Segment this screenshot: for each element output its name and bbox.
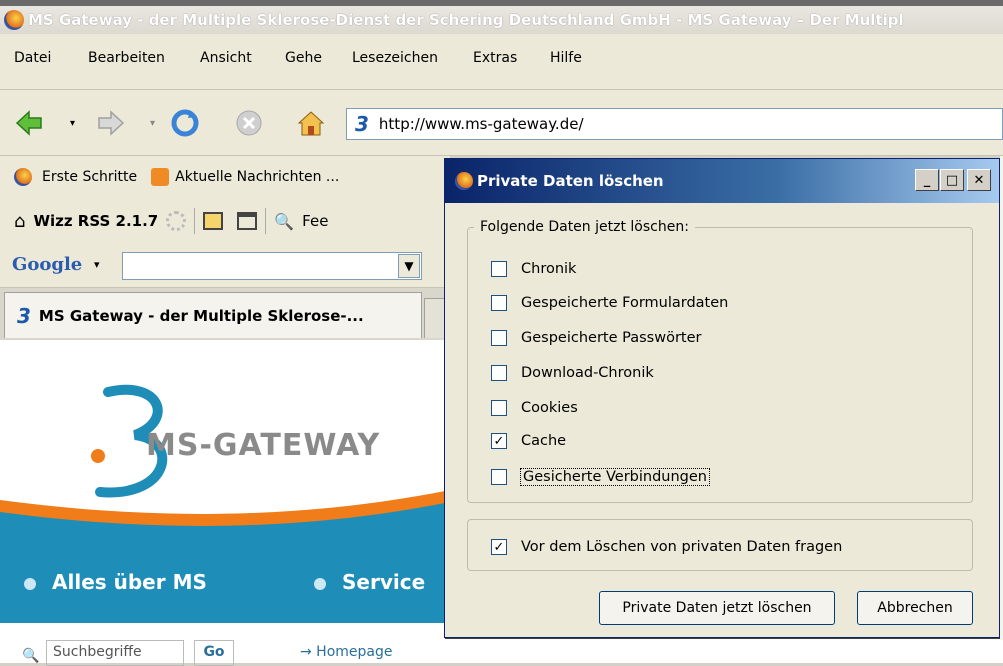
search-feed-icon[interactable]: 🔍	[274, 212, 294, 231]
checkbox-box[interactable]	[491, 261, 507, 277]
site-favicon-icon: 3	[355, 112, 369, 136]
bullet-icon	[24, 578, 36, 590]
back-arrow-icon[interactable]	[14, 108, 44, 138]
checkbox-box[interactable]	[491, 469, 507, 485]
bookmarks-toolbar: Erste Schritte Aktuelle Nachrichten ...	[0, 156, 450, 198]
checkbox-passwoerter[interactable]: Gespeicherte Passwörter	[491, 330, 701, 346]
firefox-icon	[455, 172, 473, 190]
tab-label: MS Gateway - der Multiple Sklerose-...	[38, 306, 364, 325]
stop-icon[interactable]	[234, 108, 264, 138]
checkbox-box[interactable]: ✓	[491, 433, 507, 449]
window-title: MS Gateway - der Multiple Sklerose-Diens…	[28, 11, 904, 29]
wizz-rss-label[interactable]: Wizz RSS 2.1.7	[33, 212, 158, 230]
dialog-title-bar: Private Daten löschen _ □ ✕	[445, 159, 999, 203]
google-search-dropdown-icon[interactable]: ▼	[398, 254, 420, 278]
checkbox-box[interactable]	[491, 295, 507, 311]
bullet-icon	[314, 578, 326, 590]
menu-ansicht[interactable]: Ansicht	[200, 50, 252, 66]
checkbox-cache[interactable]: ✓ Cache	[491, 433, 566, 449]
toolbar-separator	[194, 208, 196, 234]
clear-private-data-dialog: Private Daten löschen _ □ ✕ Folgende Dat…	[444, 158, 1000, 638]
close-icon[interactable]: ✕	[967, 169, 991, 191]
search-icon: 🔍	[22, 648, 40, 664]
checkbox-formulardaten[interactable]: Gespeicherte Formulardaten	[491, 295, 728, 311]
forward-dropdown-icon[interactable]: ▾	[150, 118, 155, 129]
toolbar-separator	[265, 208, 267, 234]
checkbox-box[interactable]	[491, 330, 507, 346]
checkbox-box[interactable]	[491, 365, 507, 381]
wizz-home-icon[interactable]: ⌂	[14, 211, 25, 232]
window-icon[interactable]	[237, 212, 258, 230]
site-nav-service[interactable]: Service	[342, 570, 425, 594]
cancel-button[interactable]: Abbrechen	[857, 591, 973, 625]
checkbox-gesicherte-verbindungen[interactable]: Gesicherte Verbindungen	[491, 468, 710, 486]
delete-data-group-label: Folgende Daten jetzt löschen:	[480, 219, 689, 235]
tab-favicon-icon: 3	[17, 303, 31, 328]
checkbox-chronik[interactable]: Chronik	[491, 261, 576, 277]
menu-datei[interactable]: Datei	[14, 50, 51, 66]
back-dropdown-icon[interactable]: ▾	[70, 118, 75, 129]
tab-ms-gateway[interactable]: 3 MS Gateway - der Multiple Sklerose-...	[4, 292, 422, 338]
bookmark-aktuelle-nachrichten[interactable]: Aktuelle Nachrichten ...	[175, 169, 339, 185]
loading-spinner-icon	[166, 211, 187, 231]
firefox-bookmark-icon	[14, 168, 32, 186]
rss-feed-icon	[151, 168, 170, 186]
checkbox-vor-dem-loeschen-fragen[interactable]: ✓ Vor dem Löschen von privaten Daten fra…	[491, 539, 842, 555]
menu-extras[interactable]: Extras	[473, 50, 517, 66]
site-go-button[interactable]: Go	[194, 640, 234, 666]
google-logo[interactable]: Google	[12, 254, 82, 275]
site-nav-alles-ueber-ms[interactable]: Alles über MS	[52, 570, 207, 594]
home-icon[interactable]	[296, 108, 326, 138]
breadcrumb-homepage[interactable]: → Homepage	[300, 644, 393, 660]
checkbox-cookies[interactable]: Cookies	[491, 400, 578, 416]
wizz-rss-toolbar: ⌂ Wizz RSS 2.1.7 🔍 Fee	[0, 198, 450, 244]
dialog-title: Private Daten löschen	[477, 172, 664, 190]
address-bar[interactable]: 3 http://www.ms-gateway.de/	[346, 108, 1003, 140]
minimize-icon[interactable]: _	[915, 169, 939, 191]
checkbox-box[interactable]: ✓	[491, 539, 507, 555]
google-toolbar: Google ▾ ▼	[0, 244, 450, 288]
panel-icon[interactable]	[203, 212, 224, 230]
menu-gehe[interactable]: Gehe	[285, 50, 322, 66]
browser-title-bar: MS Gateway - der Multiple Sklerose-Diens…	[0, 0, 1003, 34]
google-menu-chevron-icon[interactable]: ▾	[94, 258, 100, 271]
menu-bar: Datei Bearbeiten Ansicht Gehe Lesezeiche…	[0, 34, 1003, 90]
menu-hilfe[interactable]: Hilfe	[550, 50, 582, 66]
wizz-feed-label[interactable]: Fee	[302, 212, 328, 230]
bookmark-erste-schritte[interactable]: Erste Schritte	[42, 169, 137, 185]
reload-icon[interactable]	[170, 108, 200, 138]
google-search-input[interactable]	[122, 252, 422, 280]
menu-bearbeiten[interactable]: Bearbeiten	[88, 50, 165, 66]
address-url: http://www.ms-gateway.de/	[378, 115, 584, 133]
ms-gateway-logo[interactable]: MS-GATEWAY	[146, 428, 380, 463]
clear-now-button[interactable]: Private Daten jetzt löschen	[599, 591, 835, 625]
forward-arrow-icon[interactable]	[96, 108, 126, 138]
firefox-icon	[4, 10, 24, 30]
site-search-input[interactable]: Suchbegriffe	[46, 640, 184, 666]
maximize-icon[interactable]: □	[940, 169, 964, 191]
checkbox-download-chronik[interactable]: Download-Chronik	[491, 365, 654, 381]
menu-lesezeichen[interactable]: Lesezeichen	[352, 50, 438, 66]
checkbox-box[interactable]	[491, 400, 507, 416]
